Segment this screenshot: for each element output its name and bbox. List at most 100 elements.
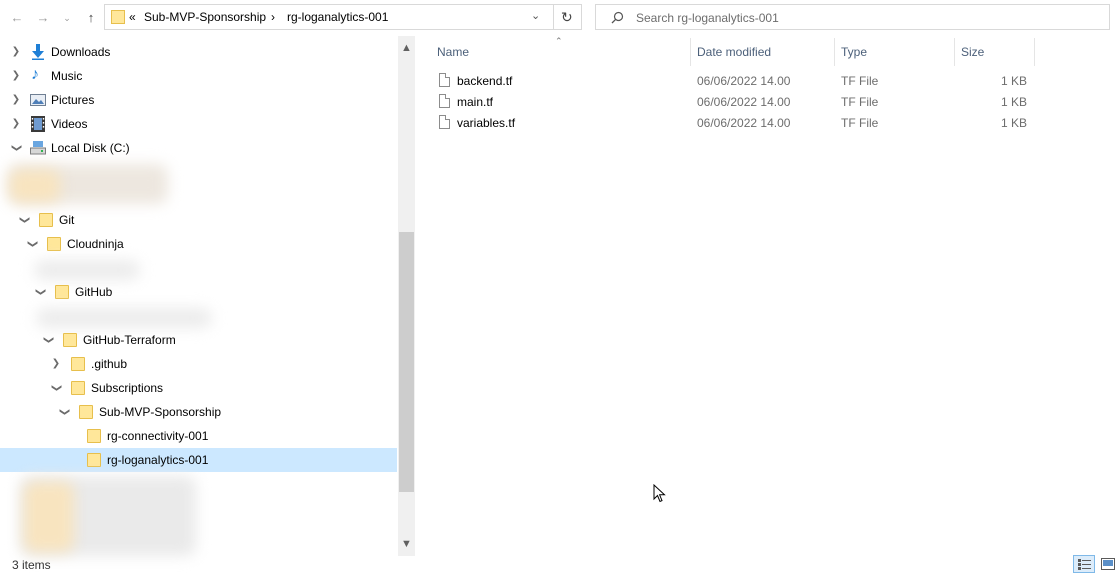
chevron-right-icon[interactable]: ❯ (10, 46, 22, 58)
blurred-region (34, 260, 140, 280)
folder-icon (71, 381, 85, 395)
tree-item-music[interactable]: ❯ ♪ Music (0, 64, 397, 88)
chevron-right-icon[interactable]: ❯ (50, 358, 62, 370)
file-date: 06/06/2022 14.00 (697, 116, 791, 130)
tree-item-label: Pictures (51, 93, 95, 107)
back-button[interactable]: ← (8, 6, 26, 30)
file-type: TF File (841, 95, 879, 109)
up-button[interactable]: ↑ (82, 6, 100, 30)
music-icon: ♪ (31, 66, 39, 83)
details-view-button[interactable] (1073, 555, 1095, 573)
tree-item-label: Cloudninja (67, 237, 124, 251)
tree-item-rg-connectivity-001[interactable]: rg-connectivity-001 (0, 424, 397, 448)
blurred-region (10, 170, 60, 202)
tree-item-dot-github[interactable]: ❯ .github (0, 352, 397, 376)
file-icon (439, 73, 450, 87)
tree-item-label: rg-loganalytics-001 (107, 453, 209, 467)
chevron-down-icon[interactable]: ❯ (58, 406, 70, 418)
refresh-icon[interactable]: ↻ (561, 9, 573, 26)
address-folder-icon (111, 10, 125, 24)
crumb-sub-mvp-sponsorship[interactable]: Sub-MVP-Sponsorship (144, 10, 266, 24)
pictures-icon (30, 94, 46, 106)
file-name: main.tf (457, 95, 494, 109)
search-icon (611, 11, 624, 24)
search-input[interactable]: Search rg-loganalytics-001 (636, 11, 779, 25)
file-size: 1 KB (1000, 116, 1027, 130)
chevron-down-icon[interactable]: ❯ (34, 286, 46, 298)
file-icon (439, 94, 450, 108)
tree-item-rg-loganalytics-001[interactable]: rg-loganalytics-001 (0, 448, 397, 472)
chevron-down-icon[interactable]: ❯ (26, 238, 38, 250)
file-name: backend.tf (457, 74, 513, 88)
folder-icon (63, 333, 77, 347)
file-row[interactable]: backend.tf 06/06/2022 14.00 TF File 1 KB (437, 71, 1037, 92)
column-header-type[interactable]: Type (841, 45, 867, 59)
file-date: 06/06/2022 14.00 (697, 95, 791, 109)
column-header-date-modified[interactable]: Date modified (697, 45, 771, 59)
details-view-icon (1078, 559, 1091, 570)
scrollbar-thumb[interactable] (399, 232, 414, 492)
tree-item-local-disk[interactable]: ❯ Local Disk (C:) (0, 136, 397, 160)
tree-item-pictures[interactable]: ❯ Pictures (0, 88, 397, 112)
tree-item-github-terraform[interactable]: ❯ GitHub-Terraform (0, 328, 397, 352)
folder-icon (79, 405, 93, 419)
chevron-down-icon[interactable]: ❯ (50, 382, 62, 394)
large-icons-view-button[interactable] (1097, 555, 1119, 573)
folder-icon (55, 285, 69, 299)
scroll-up-icon[interactable]: ▲ (398, 40, 415, 57)
tree-item-label: Downloads (51, 45, 111, 59)
drive-icon (30, 141, 46, 155)
recent-locations-button[interactable]: ⌄ (60, 6, 74, 30)
blurred-region (36, 308, 212, 328)
chevron-down-icon[interactable]: ❯ (10, 142, 22, 154)
column-header-size[interactable]: Size (961, 45, 984, 59)
tree-item-label: GitHub (75, 285, 113, 299)
tree-item-label: Subscriptions (91, 381, 164, 395)
chevron-down-icon[interactable]: ❯ (42, 334, 54, 346)
forward-button[interactable]: → (34, 6, 52, 30)
tree-item-label: GitHub-Terraform (83, 333, 176, 347)
tree-item-downloads[interactable]: ❯ Downloads (0, 40, 397, 64)
file-icon (439, 115, 450, 129)
videos-icon (31, 116, 45, 132)
large-icons-view-icon (1101, 558, 1115, 570)
chevron-down-icon[interactable]: ❯ (18, 214, 30, 226)
folder-icon (71, 357, 85, 371)
downloads-icon (32, 44, 44, 60)
address-dropdown-icon[interactable]: ⌄ (531, 9, 540, 22)
folder-icon (87, 453, 101, 467)
file-date: 06/06/2022 14.00 (697, 74, 791, 88)
chevron-right-icon[interactable]: ❯ (10, 70, 22, 82)
tree-item-sub-mvp-sponsorship[interactable]: ❯ Sub-MVP-Sponsorship (0, 400, 397, 424)
crumb-rg-loganalytics-001[interactable]: rg-loganalytics-001 (287, 10, 388, 24)
tree-item-github[interactable]: ❯ GitHub (0, 280, 397, 304)
folder-icon (39, 213, 53, 227)
tree-item-label: .github (91, 357, 128, 371)
file-type: TF File (841, 74, 879, 88)
file-name: variables.tf (457, 116, 516, 130)
file-row[interactable]: variables.tf 06/06/2022 14.00 TF File 1 … (437, 113, 1037, 134)
search-box[interactable]: Search rg-loganalytics-001 (595, 4, 1110, 30)
tree-item-label: Git (59, 213, 75, 227)
address-overflow-button[interactable]: « (129, 10, 136, 24)
navigation-scrollbar[interactable]: ▲ ▼ (398, 36, 415, 556)
chevron-right-icon[interactable]: ❯ (10, 118, 22, 130)
address-bar[interactable]: « Sub-MVP-Sponsorship › rg-loganalytics-… (104, 4, 582, 30)
sort-indicator-icon: ⌃ (555, 36, 563, 46)
file-row[interactable]: main.tf 06/06/2022 14.00 TF File 1 KB (437, 92, 1037, 113)
crumb-separator-icon[interactable]: › (271, 10, 275, 24)
column-header-name[interactable]: Name (437, 45, 469, 59)
tree-item-label: Music (51, 69, 83, 83)
blurred-region (24, 482, 74, 552)
tree-item-videos[interactable]: ❯ Videos (0, 112, 397, 136)
tree-item-label: Videos (51, 117, 88, 131)
tree-item-label: Local Disk (C:) (51, 141, 130, 155)
file-type: TF File (841, 116, 879, 130)
tree-item-subscriptions[interactable]: ❯ Subscriptions (0, 376, 397, 400)
tree-item-git[interactable]: ❯ Git (0, 208, 397, 232)
folder-icon (87, 429, 101, 443)
tree-item-label: Sub-MVP-Sponsorship (99, 405, 222, 419)
tree-item-cloudninja[interactable]: ❯ Cloudninja (0, 232, 397, 256)
chevron-right-icon[interactable]: ❯ (10, 94, 22, 106)
scroll-down-icon[interactable]: ▼ (398, 536, 415, 553)
